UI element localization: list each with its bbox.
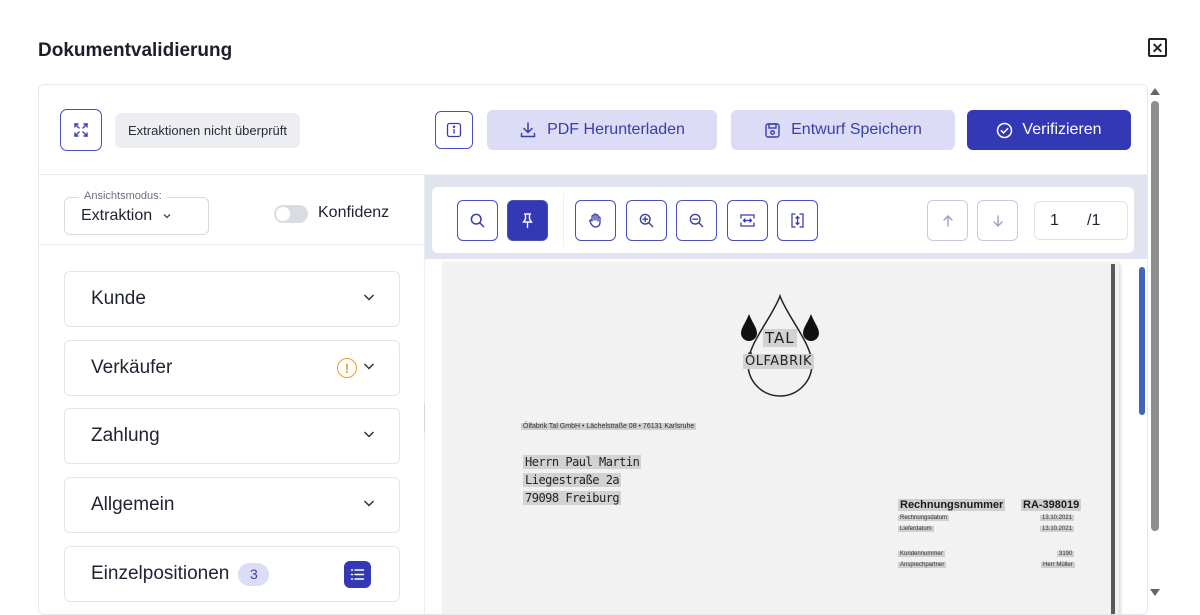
chevron-down-icon (363, 294, 375, 301)
list-icon (350, 569, 365, 580)
check-circle-icon (997, 122, 1013, 138)
chevron-down-icon (363, 500, 375, 507)
top-toolbar: Extraktionen nicht überprüft PDF Herunte… (39, 85, 1147, 175)
validation-frame: Extraktionen nicht überprüft PDF Herunte… (38, 84, 1148, 615)
section-label: Verkäufer (91, 357, 173, 378)
fit-height-button[interactable] (777, 200, 818, 241)
previous-page-button[interactable] (927, 200, 968, 241)
section-label: Allgemein (91, 494, 175, 515)
customer-number-label: Kundennummer (898, 551, 945, 557)
download-icon (520, 122, 536, 138)
invoice-date-label: Rechnungsdatum (898, 515, 950, 521)
extraction-panel: Ansichtsmodus: Extraktion Konfidenz Kund… (39, 175, 424, 614)
status-chip: Extraktionen nicht überprüft (115, 113, 300, 148)
recipient-city: 79098 Freiburg (523, 491, 622, 505)
view-mode-select[interactable]: Ansichtsmodus: Extraktion (64, 190, 209, 235)
next-page-button[interactable] (977, 200, 1018, 241)
save-draft-label: Entwurf Speichern (791, 121, 922, 138)
chevron-down-icon (363, 431, 375, 438)
current-page: 1 (1050, 212, 1059, 229)
hand-icon (589, 213, 601, 228)
zoom-out-icon (689, 213, 704, 228)
chevron-down-icon (363, 363, 375, 370)
zoom-in-icon (639, 213, 654, 228)
section-zahlung[interactable]: Zahlung (64, 408, 400, 464)
pan-button[interactable] (575, 200, 616, 241)
contact-value: Herr Müller (1041, 562, 1075, 568)
search-button[interactable] (457, 200, 498, 241)
section-verkaeufer[interactable]: Verkäufer ! (64, 340, 400, 396)
section-label: Kunde (91, 288, 146, 309)
invoice-number-label: Rechnungsnummer (898, 499, 1006, 511)
contact-label: Ansprechpartner (898, 562, 947, 568)
chevron-down-icon (163, 214, 171, 219)
save-icon (765, 122, 780, 138)
expand-button[interactable] (60, 109, 102, 151)
section-label: Einzelpositionen (91, 563, 230, 584)
viewer-toolbar: 1 /1 (432, 187, 1134, 253)
panel-header: Ansichtsmodus: Extraktion Konfidenz (39, 175, 424, 245)
document-viewer: 1 /1 TAL ÖLFABRIK Ölfabrik Tal GmbH • Lä… (425, 175, 1147, 614)
invoice-number-value: RA-398019 (1021, 499, 1082, 511)
warning-icon: ! (337, 358, 357, 378)
line-items-list-button[interactable] (344, 561, 371, 588)
arrow-down-icon (992, 214, 1003, 227)
confidence-toggle[interactable] (274, 205, 308, 223)
download-pdf-label: PDF Herunterladen (547, 121, 685, 138)
info-icon (446, 122, 462, 138)
logo-text-oelfabrik: ÖLFABRIK (743, 354, 814, 369)
page-number-input[interactable]: 1 /1 (1034, 201, 1128, 240)
page-edge-shadow (1111, 264, 1115, 614)
info-button[interactable] (435, 111, 473, 149)
view-mode-value: Extraktion (81, 207, 153, 224)
document-scrollbar[interactable] (1139, 267, 1145, 415)
recipient-street: Liegestraße 2a (523, 473, 622, 487)
verify-label: Verifizieren (1022, 121, 1102, 138)
recipient-name: Herrn Paul Martin (523, 455, 642, 469)
pin-icon (522, 213, 533, 229)
document-page: TAL ÖLFABRIK Ölfabrik Tal GmbH • Lächels… (443, 262, 1119, 614)
sender-address-line: Ölfabrik Tal GmbH • Lächelstraße 08 • 76… (521, 423, 697, 430)
delivery-date-label: Lieferdatum (898, 526, 934, 532)
section-label: Zahlung (91, 425, 160, 446)
total-pages: /1 (1087, 212, 1101, 229)
fit-height-icon (791, 213, 804, 228)
arrow-up-icon (942, 214, 953, 227)
line-item-count-badge: 3 (238, 562, 270, 586)
zoom-in-button[interactable] (626, 200, 667, 241)
scrollbar-thumb[interactable] (1151, 101, 1159, 531)
section-kunde[interactable]: Kunde (64, 271, 400, 327)
customer-number-value: 3190 (1057, 551, 1075, 557)
section-allgemein[interactable]: Allgemein (64, 477, 400, 533)
invoice-date-value: 13.10.2021 (1040, 515, 1075, 521)
delivery-date-value: 13.10.2021 (1040, 526, 1075, 532)
dialog-title: Dokumentvalidierung (38, 40, 233, 61)
verify-button[interactable]: Verifizieren (967, 110, 1131, 150)
download-pdf-button[interactable]: PDF Herunterladen (487, 110, 717, 150)
dialog-scrollbar[interactable] (1148, 84, 1166, 615)
save-draft-button[interactable]: Entwurf Speichern (731, 110, 955, 150)
scroll-up-arrow[interactable] (1150, 88, 1160, 95)
confidence-label: Konfidenz (318, 204, 390, 221)
fit-width-icon (740, 214, 755, 227)
fit-width-button[interactable] (727, 200, 768, 241)
pin-button[interactable] (507, 200, 548, 241)
section-einzelpositionen[interactable]: Einzelpositionen 3 (64, 546, 400, 602)
search-icon (470, 213, 485, 228)
zoom-out-button[interactable] (676, 200, 717, 241)
view-mode-legend: Ansichtsmodus: (79, 190, 167, 202)
expand-icon (74, 123, 88, 137)
logo-text-tal: TAL (763, 329, 797, 347)
scroll-down-arrow[interactable] (1150, 589, 1160, 596)
document-canvas: TAL ÖLFABRIK Ölfabrik Tal GmbH • Lächels… (425, 259, 1147, 614)
close-button[interactable]: ✕ (1148, 38, 1167, 57)
toolbar-separator (563, 193, 564, 247)
